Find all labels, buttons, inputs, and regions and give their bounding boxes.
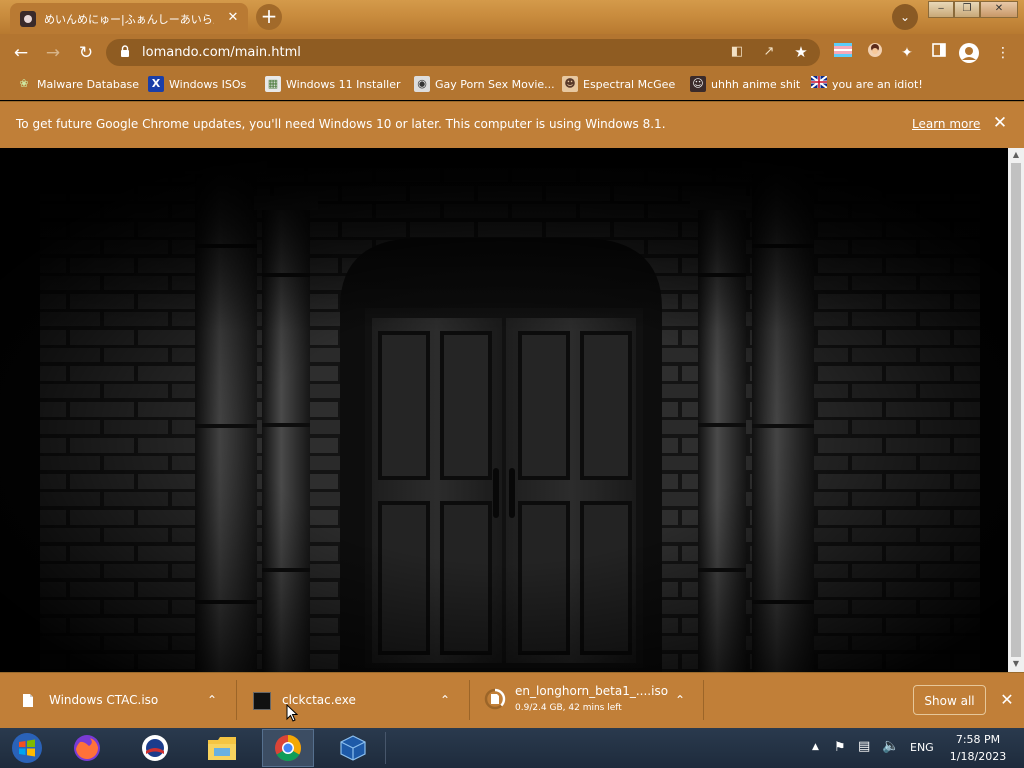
exe-file-icon — [253, 692, 271, 710]
leaf-icon: ❀ — [19, 77, 29, 90]
taskbar-firefox[interactable] — [68, 730, 106, 766]
castle-door-scene[interactable] — [0, 148, 1008, 672]
action-center-flag-icon[interactable]: ⚑ — [834, 740, 846, 755]
url-text[interactable]: lomando.com/main.html — [142, 45, 301, 60]
chrome-icon — [275, 735, 302, 762]
tab-favicon-icon — [20, 11, 36, 27]
chevron-up-icon[interactable]: ⌃ — [204, 692, 220, 708]
download-shelf-close-icon[interactable]: ✕ — [998, 691, 1016, 709]
taskbar-obama-logo[interactable] — [136, 730, 174, 766]
network-icon[interactable]: ▤ — [858, 739, 870, 754]
bookmark-label: uhhh anime shit — [711, 77, 801, 91]
input-language[interactable]: ENG — [910, 741, 934, 754]
download-separator — [236, 680, 237, 720]
infobar-message: To get future Google Chrome updates, you… — [16, 117, 666, 131]
back-button[interactable]: ← — [8, 40, 34, 66]
bookmark-malware-database[interactable]: ❀ Malware Database — [16, 72, 139, 96]
virtualbox-icon — [340, 735, 366, 761]
clock-time[interactable]: 7:58 PM — [943, 733, 1013, 746]
x-logo-icon: X — [148, 76, 164, 92]
tab-close-icon[interactable]: ✕ — [224, 9, 242, 27]
taskbar-separator — [385, 732, 386, 764]
translate-icon[interactable]: ◧ — [728, 43, 746, 61]
volume-icon[interactable]: 🔈 — [882, 738, 899, 754]
taskbar-file-explorer[interactable] — [203, 730, 241, 766]
download-filename: en_longhorn_beta1_....iso — [515, 684, 669, 698]
show-hidden-icons-chevron-icon[interactable]: ▲ — [812, 742, 819, 752]
download-filename: Windows CTAC.iso — [49, 693, 159, 707]
globe-icon: ◉ — [414, 76, 430, 92]
chevron-up-icon[interactable]: ⌃ — [672, 692, 688, 708]
page-content — [0, 148, 1008, 672]
download-status: 0.9/2.4 GB, 42 mins left — [515, 703, 622, 713]
tab-title: めいんめにゅー|ふぁんしーあいらんど — [44, 13, 214, 26]
bookmark-label: Espectral McGee — [583, 77, 676, 91]
download-item-longhorn[interactable]: en_longhorn_beta1_....iso 0.9/2.4 GB, 42… — [476, 680, 696, 720]
active-tab[interactable]: めいんめにゅー|ふぁんしーあいらんど ✕ — [10, 3, 248, 34]
menu-kebab-icon[interactable]: ⋮ — [992, 42, 1014, 64]
firefox-icon — [74, 735, 100, 761]
file-icon — [23, 694, 33, 707]
extension-flag-icon[interactable] — [832, 42, 854, 64]
lock-icon[interactable] — [120, 45, 130, 58]
bookmark-label: Malware Database — [37, 77, 140, 91]
obama-logo-icon — [142, 735, 168, 761]
bookmark-gay-porn-sex-movie[interactable]: ◉ Gay Porn Sex Movie... — [414, 72, 555, 96]
scrollbar-thumb[interactable] — [1011, 163, 1021, 657]
side-panel-icon[interactable] — [928, 42, 950, 64]
bookmark-you-are-an-idiot[interactable]: you are an idiot! — [810, 72, 923, 96]
bookmark-windows-11-installer[interactable]: ▦ Windows 11 Installer — [265, 72, 401, 96]
bookmark-uhhh-anime-shit[interactable]: ☺ uhhh anime shit — [690, 72, 800, 96]
mouse-cursor-icon — [286, 704, 298, 722]
download-item-clckctac[interactable]: clckctac.exe ⌃ — [243, 680, 463, 720]
show-all-button[interactable]: Show all — [913, 685, 986, 715]
chevron-up-icon[interactable]: ⌃ — [437, 692, 453, 708]
scroll-up-arrow-icon[interactable]: ▲ — [1010, 150, 1022, 162]
clock-date[interactable]: 1/18/2023 — [943, 750, 1013, 763]
download-separator — [703, 680, 704, 720]
window-close-button[interactable]: ✕ — [980, 1, 1018, 18]
share-icon[interactable]: ↗ — [760, 43, 778, 61]
folder-icon — [208, 737, 236, 760]
windows-start-icon — [12, 733, 42, 763]
avatar-icon: ☻ — [562, 76, 578, 92]
bookmark-label: Windows 11 Installer — [286, 77, 401, 91]
profile-icon[interactable] — [958, 42, 980, 64]
anime-icon: ☺ — [690, 76, 706, 92]
download-progress-ring — [484, 688, 506, 710]
scroll-down-arrow-icon[interactable]: ▼ — [1010, 659, 1022, 671]
reload-button[interactable]: ↻ — [73, 40, 99, 66]
taskbar-virtualbox[interactable] — [334, 730, 372, 766]
bookmark-windows-isos[interactable]: X Windows ISOs — [148, 72, 246, 96]
infobar-close-icon[interactable]: ✕ — [990, 113, 1010, 133]
download-item-windows-ctac[interactable]: Windows CTAC.iso ⌃ — [10, 680, 230, 720]
image-icon: ▦ — [265, 76, 281, 92]
extension-avatar-icon[interactable] — [864, 42, 886, 64]
tab-search-button[interactable]: ⌄ — [892, 4, 918, 30]
download-separator — [469, 680, 470, 720]
flag-icon — [810, 75, 828, 92]
learn-more-link[interactable]: Learn more — [912, 117, 980, 131]
restore-button[interactable]: ❐ — [954, 1, 980, 18]
taskbar-chrome[interactable] — [262, 729, 314, 767]
minimize-button[interactable]: ‒ — [928, 1, 954, 18]
start-button[interactable] — [8, 730, 46, 766]
extensions-puzzle-icon[interactable]: ✦ — [896, 42, 918, 64]
bookmark-label: you are an idiot! — [832, 77, 923, 91]
bookmark-star-icon[interactable]: ★ — [792, 43, 810, 61]
bookmark-label: Gay Porn Sex Movie... — [435, 77, 555, 91]
forward-button[interactable]: → — [40, 40, 66, 66]
bookmark-espectral-mcgee[interactable]: ☻ Espectral McGee — [562, 72, 675, 96]
bookmark-label: Windows ISOs — [169, 77, 247, 91]
new-tab-button[interactable]: + — [256, 4, 282, 30]
